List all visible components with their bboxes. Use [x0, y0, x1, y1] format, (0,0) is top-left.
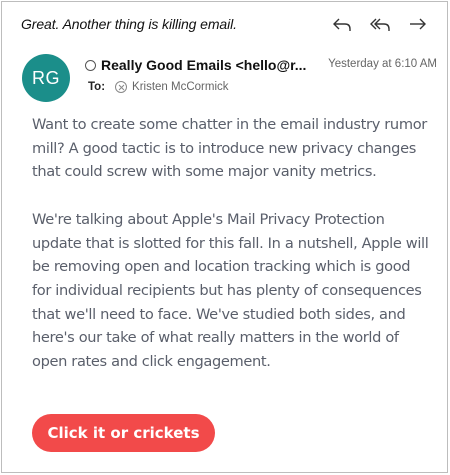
email-subject: Great. Another thing is killing email.: [21, 16, 237, 32]
email-window: Great. Another thing is killing email. R…: [1, 1, 448, 473]
sender-row: Really Good Emails <hello@r...: [85, 57, 306, 73]
body-paragraph: We're talking about Apple's Mail Privacy…: [32, 210, 429, 371]
remove-recipient-icon[interactable]: [115, 81, 128, 93]
reply-button[interactable]: [323, 12, 361, 36]
email-header-bar: Great. Another thing is killing email.: [2, 2, 447, 46]
message-timestamp: Yesterday at 6:10 AM: [328, 58, 437, 70]
reply-icon: [333, 18, 351, 31]
reply-all-button[interactable]: [361, 12, 399, 36]
recipient-name[interactable]: Kristen McCormick: [132, 81, 228, 93]
reply-all-icon: [370, 18, 390, 31]
recipients-row: To: Kristen McCormick: [88, 81, 229, 93]
body-paragraph: Want to create some chatter in the email…: [32, 116, 427, 181]
sender-name[interactable]: Really Good Emails <hello@r...: [101, 57, 306, 73]
unread-indicator-icon[interactable]: [85, 59, 96, 71]
forward-icon: [410, 18, 426, 30]
to-label: To:: [88, 81, 106, 93]
message-actions: [323, 12, 437, 36]
avatar: RG: [22, 54, 70, 102]
forward-button[interactable]: [399, 12, 437, 36]
email-body: Want to create some chatter in the email…: [32, 113, 432, 374]
cta-button[interactable]: Click it or crickets: [32, 414, 215, 452]
